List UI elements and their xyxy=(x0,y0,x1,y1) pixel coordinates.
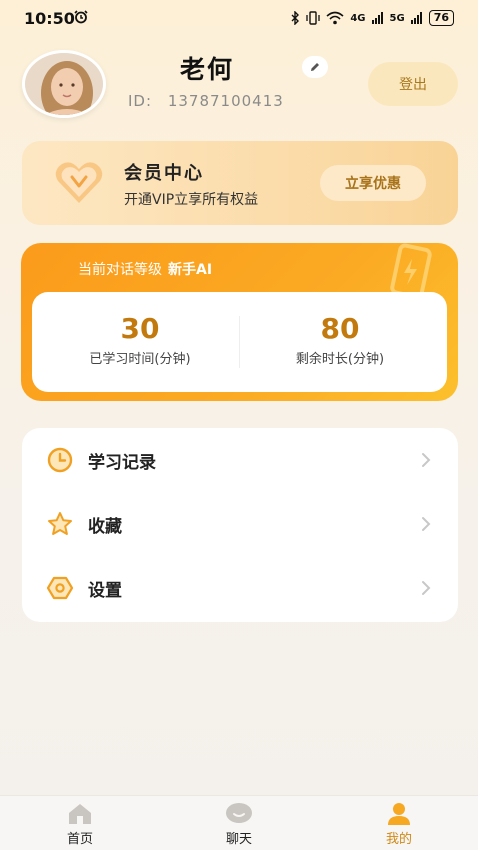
level-title: 当前对话等级 新手AI xyxy=(78,259,212,279)
stat-learned-time: 30 已学习时间(分钟) xyxy=(40,312,240,367)
vip-title: 会员中心 xyxy=(124,163,204,184)
stat-remaining-time: 80 剩余时长(分钟) xyxy=(240,312,440,367)
stat-remaining-label: 剩余时长(分钟) xyxy=(295,352,385,367)
battery-bolt-decoration-icon xyxy=(390,243,432,299)
tab-home-label: 首页 xyxy=(66,832,93,847)
user-id: ID: 13787100413 xyxy=(128,92,284,110)
status-icons: 4G 5G 76 xyxy=(291,10,454,26)
level-value: 新手AI xyxy=(168,262,213,278)
vip-card[interactable]: 会员中心 开通VIP立享所有权益 立享优惠 xyxy=(22,141,458,225)
tab-profile-label: 我的 xyxy=(385,832,412,847)
network-type-1: 4G xyxy=(350,12,366,24)
avatar[interactable] xyxy=(22,50,106,118)
menu-label-learning-records: 学习记录 xyxy=(88,453,156,473)
stat-learned-number: 30 xyxy=(120,312,160,345)
clock-icon xyxy=(47,447,73,473)
vip-offer-button[interactable]: 立享优惠 xyxy=(320,165,426,201)
chevron-right-icon xyxy=(422,453,431,467)
chevron-right-icon xyxy=(422,517,431,531)
status-time: 10:50 xyxy=(24,9,75,28)
level-prefix: 当前对话等级 xyxy=(78,262,162,278)
tab-profile[interactable]: 我的 xyxy=(354,802,444,848)
home-icon xyxy=(69,804,91,824)
user-name: 老何 xyxy=(180,55,235,84)
bluetooth-icon xyxy=(291,11,300,25)
level-stats-panel: 30 已学习时间(分钟) 80 剩余时长(分钟) xyxy=(32,292,447,392)
signal-icon xyxy=(371,12,383,24)
battery-indicator: 76 xyxy=(428,10,454,26)
status-bar: 10:50 4G 5G 76 xyxy=(0,0,478,38)
bottom-tab-bar: 首页 聊天 我的 xyxy=(0,795,478,850)
edit-name-button[interactable] xyxy=(302,56,328,78)
menu-label-favorites: 收藏 xyxy=(88,517,122,537)
settings-hexagon-icon xyxy=(46,576,74,600)
menu-item-learning-records[interactable]: 学习记录 xyxy=(22,428,458,492)
pencil-icon xyxy=(311,63,319,71)
alarm-icon xyxy=(74,10,88,24)
wifi-icon xyxy=(326,11,344,25)
star-icon xyxy=(48,512,72,535)
tab-home[interactable]: 首页 xyxy=(35,802,125,848)
chat-icon xyxy=(226,803,252,823)
signal-icon-2 xyxy=(410,12,422,24)
vibrate-icon xyxy=(306,11,320,25)
tab-chat[interactable]: 聊天 xyxy=(194,802,284,848)
vip-heart-badge-icon xyxy=(55,162,103,203)
menu-item-favorites[interactable]: 收藏 xyxy=(22,492,458,556)
menu-label-settings: 设置 xyxy=(88,581,122,601)
menu-card: 学习记录 收藏 设置 xyxy=(22,428,458,622)
stat-remaining-number: 80 xyxy=(320,312,360,345)
user-id-label: ID: xyxy=(128,92,153,110)
avatar-image xyxy=(25,53,103,115)
menu-item-settings[interactable]: 设置 xyxy=(22,556,458,620)
tab-chat-label: 聊天 xyxy=(225,832,252,847)
chevron-right-icon xyxy=(422,581,431,595)
person-icon xyxy=(388,803,410,825)
logout-button[interactable]: 登出 xyxy=(368,62,458,106)
vip-subtitle: 开通VIP立享所有权益 xyxy=(124,192,259,208)
level-card: 当前对话等级 新手AI 30 已学习时间(分钟) 80 剩余时长(分钟) xyxy=(21,243,458,401)
user-id-value: 13787100413 xyxy=(167,92,284,110)
network-type-2: 5G xyxy=(389,12,405,24)
stat-learned-label: 已学习时间(分钟) xyxy=(89,352,191,367)
